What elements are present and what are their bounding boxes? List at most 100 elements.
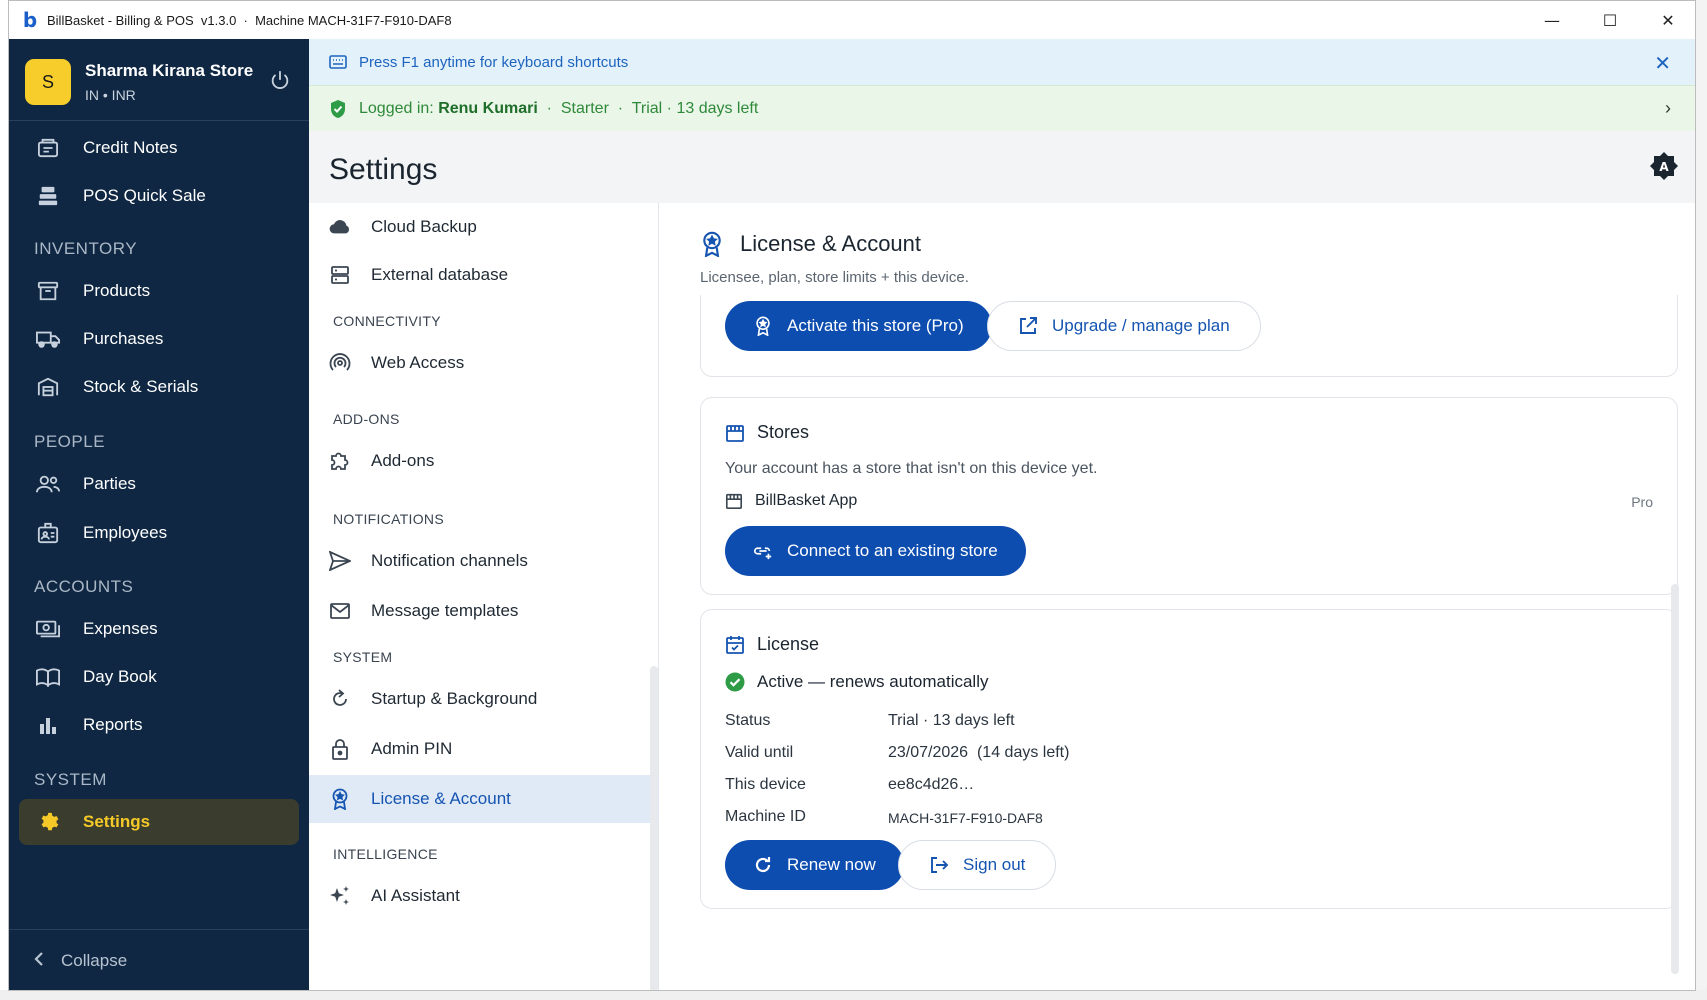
sidebar-item-day-book[interactable]: Day Book — [19, 654, 299, 700]
settings-item-label: Cloud Backup — [371, 217, 477, 236]
collapse-label: Collapse — [61, 951, 128, 970]
sidebar-item-pos-quick-sale[interactable]: POS Quick Sale — [19, 173, 299, 219]
upgrade-plan-label: Upgrade / manage plan — [1052, 316, 1230, 335]
cash-icon — [35, 617, 61, 641]
sidebar-item-credit-notes[interactable]: Credit Notes — [19, 125, 299, 171]
section-inventory: INVENTORY — [34, 239, 138, 258]
page-title: Settings — [329, 153, 438, 186]
app-window: b BillBasket - Billing & POS v1.3.0 · Ma… — [8, 0, 1696, 991]
machine-id-value: MACH-31F7-F910-DAF8 — [888, 810, 1043, 826]
mail-icon — [329, 600, 351, 622]
desktop-background-bottom — [0, 990, 1707, 1000]
sidebar: S Sharma Kirana Store IN • INR Credit No… — [9, 39, 309, 990]
license-status-text: Active — renews automatically — [757, 672, 989, 691]
stores-card: Stores Your account has a store that isn… — [700, 397, 1678, 595]
activate-store-button[interactable]: Activate this store (Pro) — [725, 301, 992, 351]
settings-item-label: Startup & Background — [371, 689, 538, 708]
section-system: SYSTEM — [333, 649, 393, 665]
sidebar-item-products[interactable]: Products — [19, 268, 299, 314]
calendar-check-icon — [726, 635, 744, 654]
status-label: Status — [725, 712, 771, 729]
connect-store-button[interactable]: Connect to an existing store — [725, 526, 1026, 576]
maximize-button[interactable]: ☐ — [1581, 1, 1639, 39]
broadcast-icon — [329, 352, 351, 374]
keyboard-icon — [329, 55, 347, 69]
external-link-icon — [1020, 317, 1037, 334]
power-icon[interactable] — [269, 69, 291, 91]
login-banner[interactable]: Logged in: Renu Kumari · Starter · Trial… — [309, 85, 1695, 131]
settings-item-cloud-backup[interactable]: Cloud Backup — [309, 203, 659, 251]
chevron-right-icon: › — [1665, 98, 1671, 118]
sidebar-item-label: Settings — [83, 812, 151, 831]
lock-icon — [329, 738, 351, 760]
settings-item-external-db[interactable]: External database — [309, 251, 659, 299]
section-notifications: NOTIFICATIONS — [333, 511, 444, 527]
sidebar-item-settings[interactable]: Settings — [19, 799, 299, 845]
sidebar-item-label: Stock & Serials — [83, 377, 199, 396]
sidebar-item-employees[interactable]: Employees — [19, 510, 299, 556]
settings-item-ai-assistant[interactable]: AI Assistant — [309, 872, 659, 920]
user-name: Renu Kumari — [438, 99, 538, 117]
book-icon — [35, 665, 61, 689]
credit-notes-icon — [35, 136, 61, 160]
connect-store-label: Connect to an existing store — [787, 541, 998, 560]
section-addons: ADD-ONS — [333, 411, 400, 427]
shortcuts-banner: Press F1 anytime for keyboard shortcuts … — [309, 39, 1695, 85]
award-icon — [756, 316, 770, 336]
settings-item-message-templates[interactable]: Message templates — [309, 587, 659, 635]
section-system: SYSTEM — [34, 770, 107, 789]
sidebar-item-label: POS Quick Sale — [83, 186, 206, 205]
sidebar-item-label: Employees — [83, 523, 168, 542]
settings-item-admin-pin[interactable]: Admin PIN — [309, 725, 659, 773]
valid-until-label: Valid until — [725, 744, 794, 761]
send-icon — [329, 550, 351, 572]
stores-title: Stores — [725, 422, 809, 443]
settings-item-license-account[interactable]: License & Account — [309, 775, 659, 823]
settings-item-addons[interactable]: Add-ons — [309, 437, 659, 485]
sidebar-item-parties[interactable]: Parties — [19, 461, 299, 507]
sidebar-item-purchases[interactable]: Purchases — [19, 316, 299, 362]
logout-icon — [931, 857, 949, 873]
theme-toggle-icon[interactable]: A — [1649, 151, 1679, 181]
sidebar-item-reports[interactable]: Reports — [19, 702, 299, 748]
bar-chart-icon — [35, 713, 61, 737]
license-account-panel: License & Account Licensee, plan, store … — [660, 203, 1695, 990]
shield-check-icon — [331, 99, 345, 118]
license-status-line: Active — renews automatically — [725, 672, 988, 692]
close-window-button[interactable]: ✕ — [1639, 1, 1695, 39]
section-intelligence: INTELLIGENCE — [333, 846, 438, 862]
minimize-button[interactable]: — — [1523, 1, 1581, 39]
sidebar-item-expenses[interactable]: Expenses — [19, 606, 299, 652]
sidebar-item-stock-serials[interactable]: Stock & Serials — [19, 364, 299, 410]
status-value: Trial · 13 days left — [888, 712, 1015, 729]
award-icon — [329, 788, 351, 810]
content-scrollbar[interactable] — [1671, 584, 1679, 974]
database-icon — [329, 264, 351, 286]
refresh-icon — [329, 688, 351, 710]
section-people: PEOPLE — [34, 432, 106, 451]
warehouse-icon — [35, 375, 61, 399]
renew-now-button[interactable]: Renew now — [725, 840, 904, 890]
settings-item-web-access[interactable]: Web Access — [309, 339, 659, 387]
store-name: Sharma Kirana Store — [85, 61, 254, 80]
settings-item-notification-channels[interactable]: Notification channels — [309, 537, 659, 585]
check-circle-icon — [725, 672, 745, 692]
settings-item-label: License & Account — [371, 789, 511, 808]
upgrade-plan-button[interactable]: Upgrade / manage plan — [987, 301, 1261, 351]
section-connectivity: CONNECTIVITY — [333, 313, 441, 329]
section-accounts: ACCOUNTS — [34, 577, 134, 596]
sidebar-item-label: Expenses — [83, 619, 158, 638]
settings-item-label: Message templates — [371, 601, 519, 620]
settings-item-startup[interactable]: Startup & Background — [309, 675, 659, 723]
store-header: S Sharma Kirana Store IN • INR — [9, 39, 309, 121]
settings-item-label: External database — [371, 265, 509, 284]
sign-out-button[interactable]: Sign out — [898, 840, 1057, 890]
settings-item-label: Web Access — [371, 353, 465, 372]
close-icon[interactable]: ✕ — [1654, 51, 1671, 76]
truck-icon — [35, 327, 61, 351]
valid-until-value: 23/07/2026 (14 days left) — [888, 744, 1070, 761]
collapse-button[interactable]: Collapse — [9, 929, 309, 990]
license-title-text: License — [757, 634, 820, 654]
puzzle-icon — [329, 450, 351, 472]
settings-menu-scrollbar[interactable] — [650, 666, 658, 990]
